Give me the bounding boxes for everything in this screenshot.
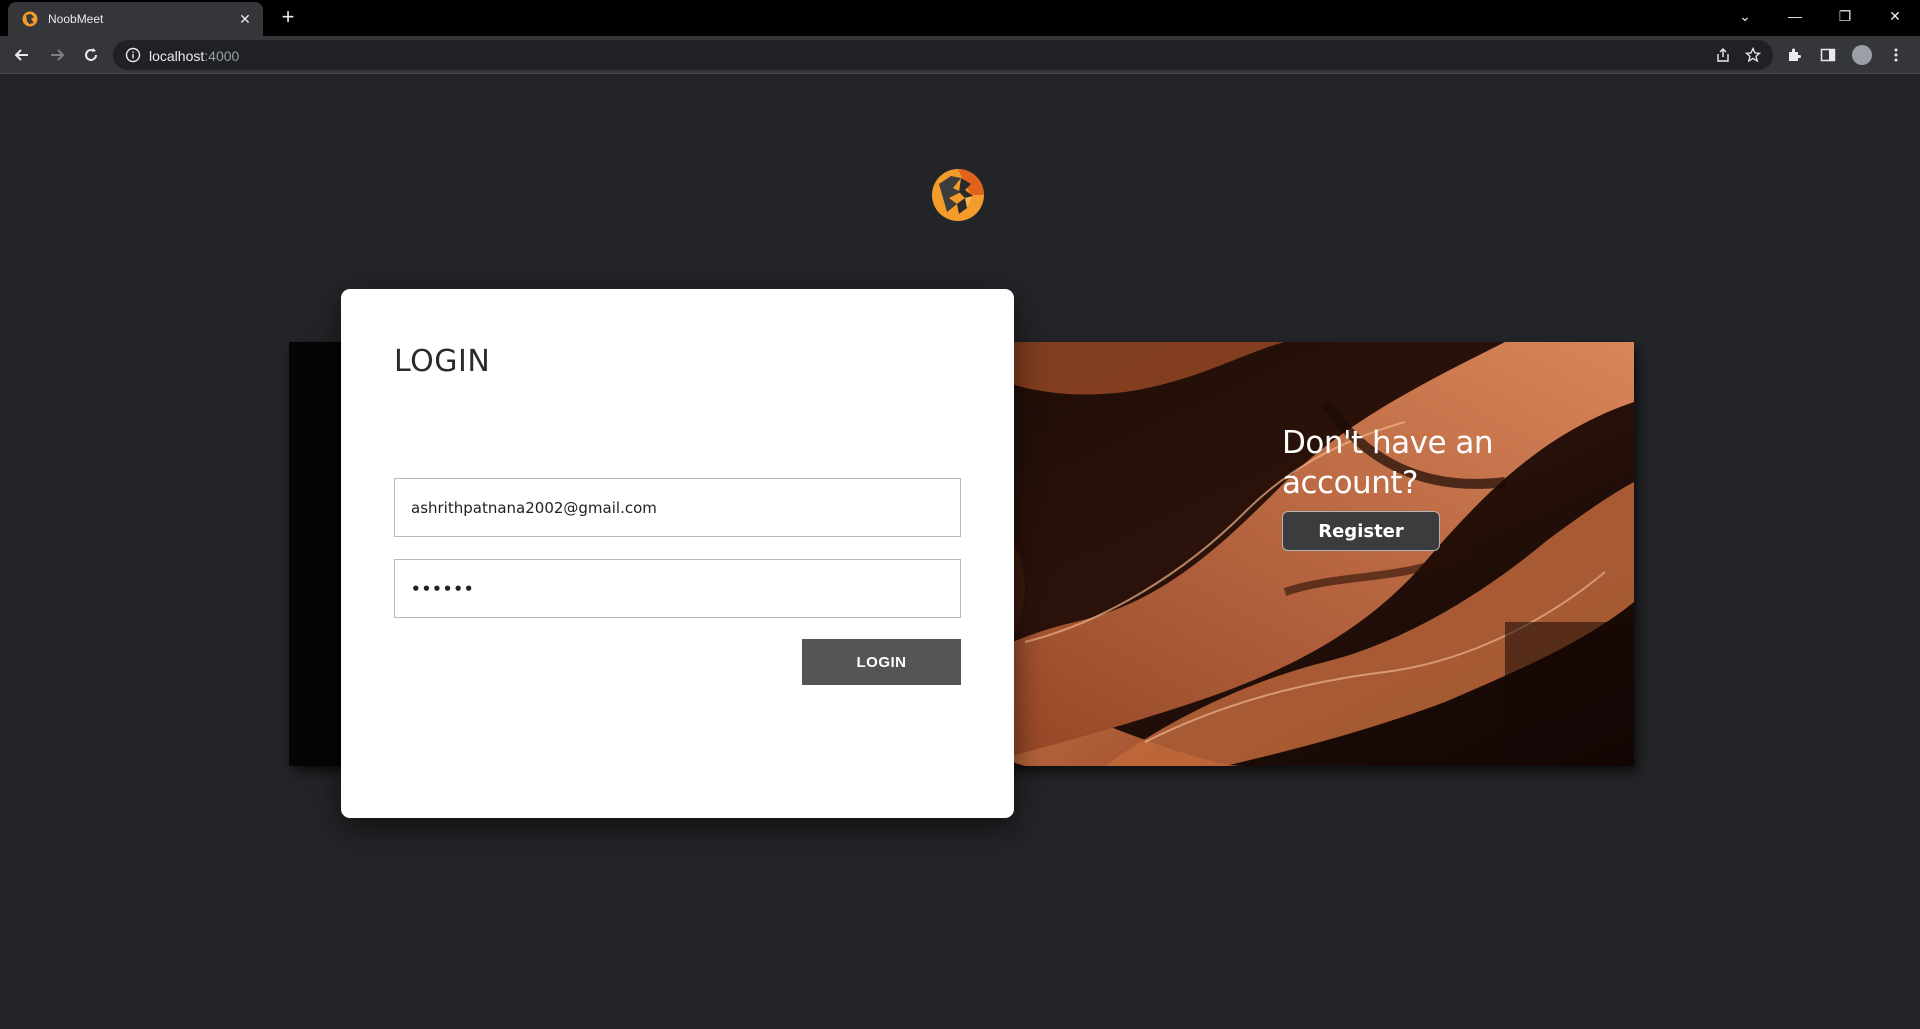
browser-toolbar: localhost:4000 <box>0 36 1920 74</box>
address-bar[interactable]: localhost:4000 <box>113 40 1773 70</box>
login-title: LOGIN <box>394 344 491 379</box>
favicon-icon <box>22 11 38 27</box>
browser-tab[interactable]: NoobMeet ✕ <box>8 2 263 36</box>
register-prompt-text: Don't have an account? <box>1282 425 1494 501</box>
side-panel-icon[interactable] <box>1818 45 1838 65</box>
register-prompt-block: Don't have an account? Register <box>1282 423 1542 551</box>
new-tab-button[interactable]: + <box>276 6 300 30</box>
page-content: Don't have an account? Register LOGIN as… <box>0 74 1920 1029</box>
restore-icon[interactable]: ❐ <box>1820 0 1870 32</box>
noobmeet-logo-icon <box>932 169 984 221</box>
back-icon[interactable] <box>8 41 36 69</box>
tab-search-icon[interactable]: ⌄ <box>1720 0 1770 32</box>
profile-avatar[interactable] <box>1852 45 1872 65</box>
share-icon[interactable] <box>1713 45 1733 65</box>
login-card: LOGIN ashrithpatnana2002@gmail.com •••••… <box>341 289 1014 818</box>
window-close-icon[interactable]: ✕ <box>1870 0 1920 32</box>
browser-menu-icon[interactable] <box>1886 45 1906 65</box>
browser-tab-strip: NoobMeet ✕ + ⌄ — ❐ ✕ <box>0 0 1920 36</box>
register-button[interactable]: Register <box>1282 511 1440 551</box>
bookmark-star-icon[interactable] <box>1743 45 1763 65</box>
site-info-icon[interactable] <box>125 47 141 63</box>
tab-title: NoobMeet <box>48 12 104 26</box>
reload-icon[interactable] <box>77 41 105 69</box>
forward-icon[interactable] <box>43 41 71 69</box>
minimize-icon[interactable]: — <box>1770 0 1820 32</box>
password-field[interactable]: •••••• <box>394 559 961 618</box>
url-text: localhost:4000 <box>149 48 240 64</box>
login-button[interactable]: LOGIN <box>802 639 961 685</box>
email-field[interactable]: ashrithpatnana2002@gmail.com <box>394 478 961 537</box>
tab-close-icon[interactable]: ✕ <box>237 11 253 28</box>
window-controls: ⌄ — ❐ ✕ <box>1720 0 1920 32</box>
extensions-icon[interactable] <box>1784 45 1804 65</box>
